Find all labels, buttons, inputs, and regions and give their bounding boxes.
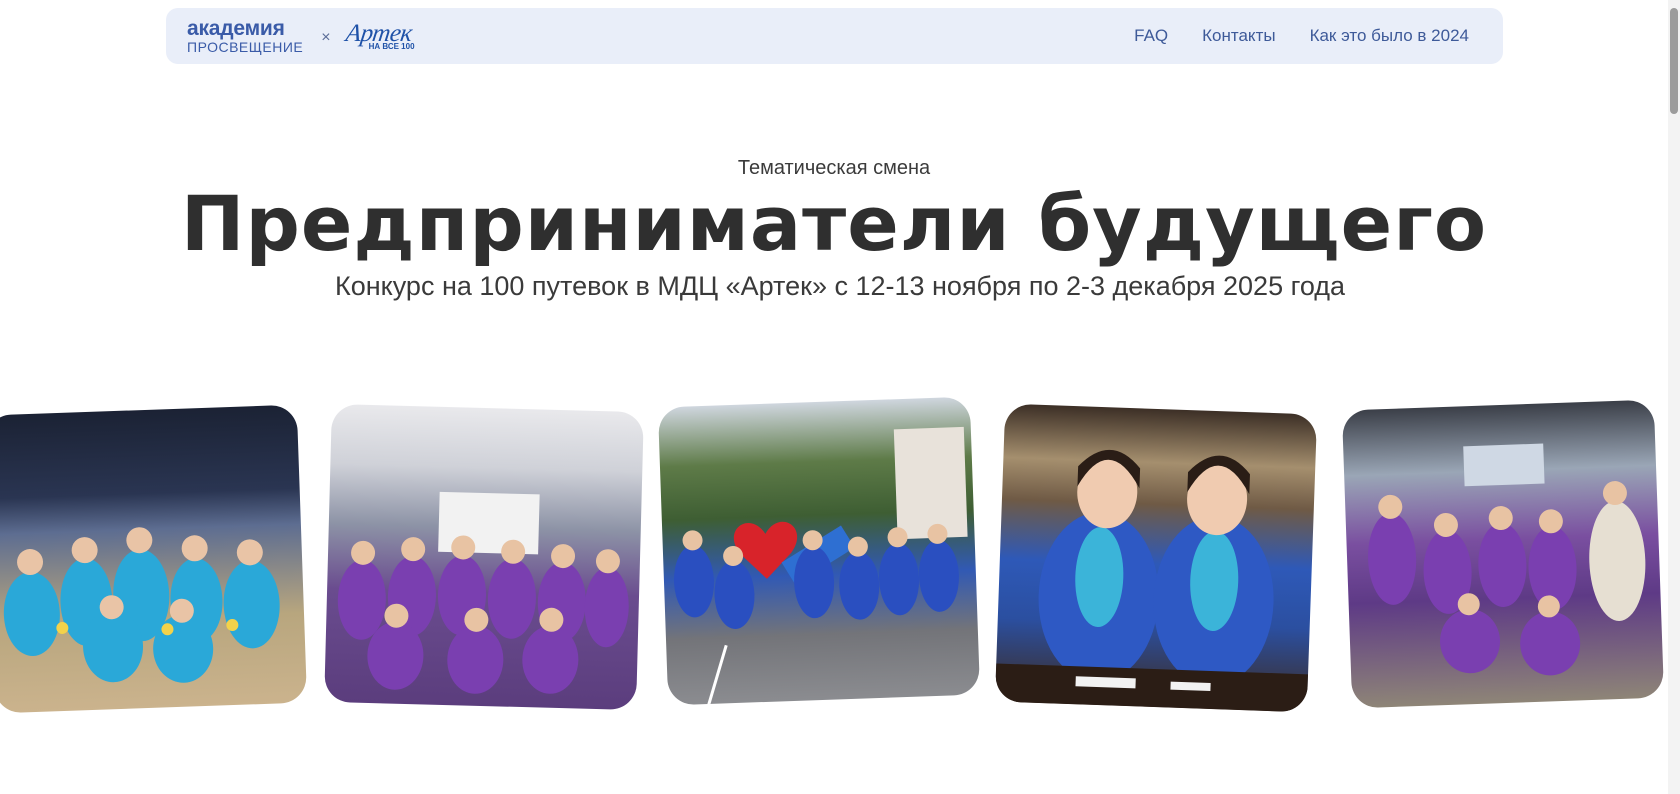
nav-link-contacts[interactable]: Контакты [1202, 26, 1275, 46]
hero-eyebrow: Тематическая смена [737, 157, 931, 179]
site-header: академия ПРОСВЕЩЕНИЕ × Артек НА ВСЕ 100 … [166, 8, 1503, 64]
nav-link-2024[interactable]: Как это было в 2024 [1310, 26, 1469, 46]
nav-link-faq[interactable]: FAQ [1134, 26, 1168, 46]
hero-subtitle: Конкурс на 100 путевок в МДЦ «Артек» с 1… [334, 271, 1346, 301]
logo-separator: × [321, 29, 331, 46]
photo-1-image [3, 527, 280, 683]
photo-2-image [337, 491, 629, 694]
gallery-photo-2 [324, 403, 644, 711]
gallery-photo-3 [657, 396, 981, 706]
main-nav: FAQ Контакты Как это было в 2024 [1134, 26, 1469, 46]
partner-logos[interactable]: академия ПРОСВЕЩЕНИЕ × Артек НА ВСЕ 100 [187, 18, 415, 54]
photo-4-image [994, 449, 1309, 713]
gallery-photo-5 [1341, 399, 1665, 709]
scrollbar-thumb[interactable] [1670, 8, 1678, 114]
artek-logo-script: Артек [343, 20, 414, 47]
photo-5-image [1368, 443, 1646, 676]
artek-logo[interactable]: Артек НА ВСЕ 100 [343, 20, 415, 51]
hero-title: Предприниматели будущего [180, 179, 1488, 268]
academy-prosveshchenie-logo[interactable]: академия ПРОСВЕЩЕНИЕ [187, 18, 303, 54]
gallery-photo-1 [0, 404, 308, 714]
academy-logo-line2: ПРОСВЕЩЕНИЕ [187, 39, 304, 55]
photo-3-image [673, 426, 968, 706]
page-scrollbar[interactable] [1668, 0, 1680, 794]
academy-logo-line1: академия [187, 17, 285, 40]
page: академия ПРОСВЕЩЕНИЕ × Артек НА ВСЕ 100 … [0, 0, 1680, 794]
gallery-photo-4 [994, 403, 1318, 713]
